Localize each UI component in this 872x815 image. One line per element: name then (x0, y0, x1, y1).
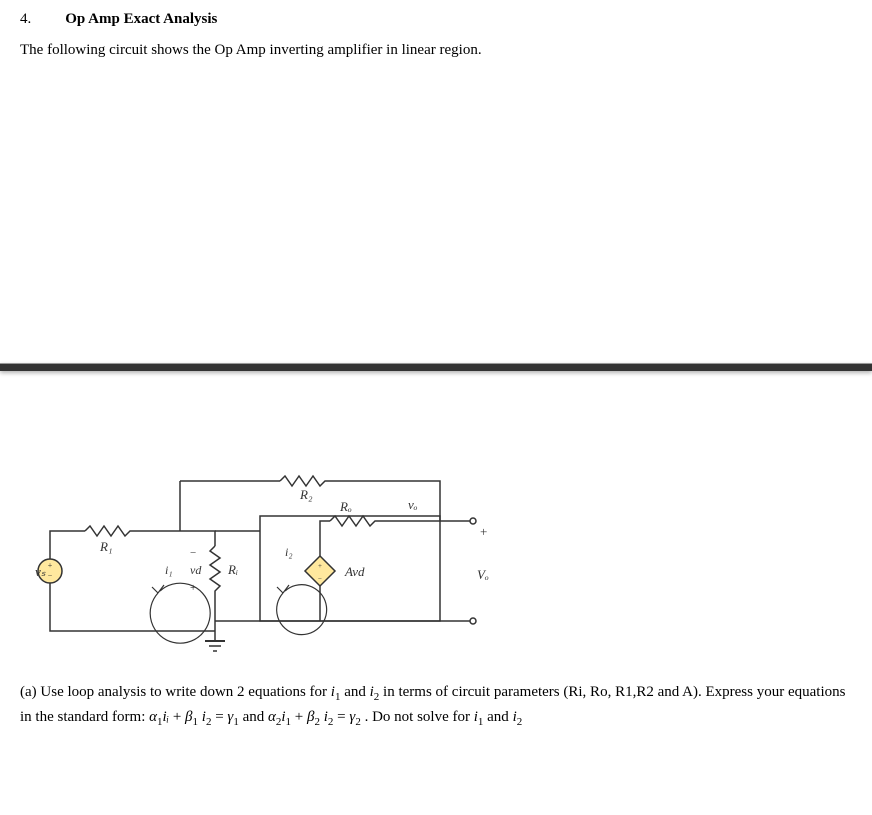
svg-text:+: + (318, 562, 322, 570)
label-i2: i₂ (285, 545, 293, 559)
problem-description: The following circuit shows the Op Amp i… (0, 38, 872, 63)
svg-text:−: − (190, 547, 196, 559)
svg-text:+: + (190, 582, 196, 594)
problem-number: 4. (20, 11, 31, 28)
label-ri: Rᵢ (227, 562, 238, 577)
label-r2: R₂ (299, 487, 313, 502)
label-r1: R₁ (99, 539, 112, 554)
svg-text:−: − (318, 575, 322, 583)
question-part-a: (a) Use loop analysis to write down 2 eq… (0, 661, 872, 750)
circuit-diagram: + − + − (30, 461, 510, 661)
svg-text:−: − (48, 571, 53, 580)
label-ro: Rₒ (339, 499, 352, 514)
label-vs: vₛ (35, 564, 46, 579)
label-vo-top: vₒ (408, 497, 418, 512)
label-plus: + (480, 524, 487, 539)
svg-text:+: + (48, 561, 53, 570)
label-vo-cap: Vₒ (477, 567, 489, 582)
problem-title: Op Amp Exact Analysis (65, 11, 217, 28)
label-i1: i₁ (165, 563, 173, 577)
label-vd: vd (190, 563, 202, 577)
label-avd: Avd (344, 564, 365, 579)
circuit-svg: + − + − (30, 461, 510, 661)
problem-header: 4. Op Amp Exact Analysis (0, 0, 872, 38)
separator-bar (0, 363, 872, 371)
